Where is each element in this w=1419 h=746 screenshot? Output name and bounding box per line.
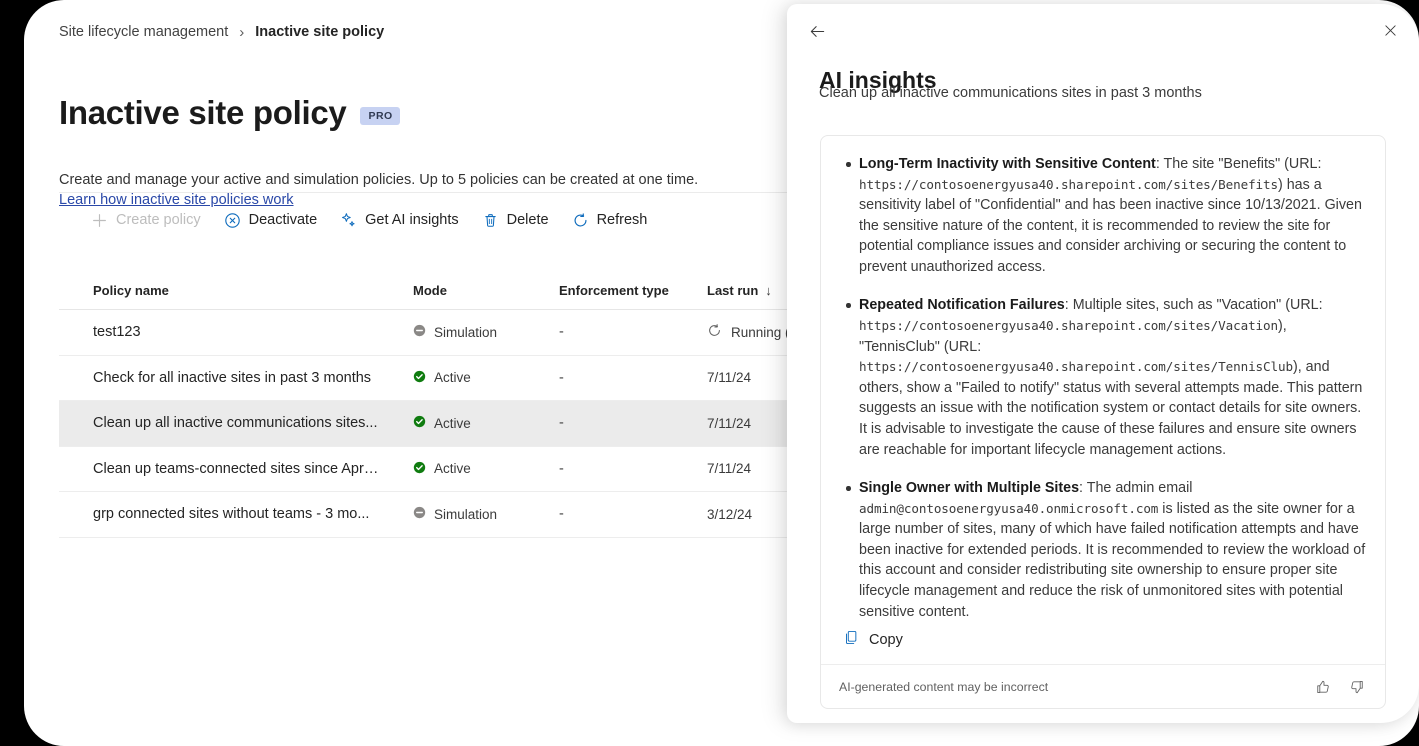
insight-heading: Repeated Notification Failures — [859, 297, 1065, 314]
deactivate-button[interactable]: Deactivate — [215, 208, 327, 233]
breadcrumb-current: Inactive site policy — [255, 24, 385, 40]
thumbs-down-button[interactable] — [1343, 673, 1371, 701]
page-title: Inactive site policy — [59, 94, 347, 132]
mode-label: Active — [434, 461, 471, 477]
cell-enforcement-type: - — [559, 415, 564, 432]
page-description: Create and manage your active and simula… — [59, 172, 699, 189]
thumbs-up-button[interactable] — [1309, 673, 1337, 701]
feedback-icons — [1309, 673, 1371, 701]
delete-label: Delete — [506, 212, 549, 228]
back-button[interactable] — [801, 18, 833, 50]
cell-mode: Active — [379, 461, 525, 477]
insight-body: is listed as the site owner for a large … — [859, 500, 1366, 620]
running-spinner-icon — [707, 323, 722, 341]
insight-body: : The admin email — [1079, 480, 1193, 497]
breadcrumb-parent[interactable]: Site lifecycle management — [59, 24, 228, 40]
delete-button[interactable]: Delete — [473, 208, 558, 233]
insights-card: Long-Term Inactivity with Sensitive Cont… — [820, 135, 1386, 709]
page-header: Inactive site policy PRO Create and mana… — [59, 72, 759, 209]
copy-button[interactable]: Copy — [839, 625, 911, 654]
insight-url: https://contosoenergyusa40.sharepoint.co… — [859, 318, 1278, 334]
close-panel-button[interactable] — [1374, 17, 1406, 49]
status-simulation-icon — [413, 324, 426, 340]
insight-heading: Single Owner with Multiple Sites — [859, 480, 1080, 497]
cell-enforcement-type: - — [559, 369, 564, 386]
insight-url: https://contosoenergyusa40.sharepoint.co… — [859, 176, 1278, 192]
sparkle-icon — [340, 212, 357, 229]
refresh-label: Refresh — [596, 212, 648, 228]
back-arrow-icon — [808, 22, 827, 46]
status-active-icon — [413, 370, 426, 386]
cell-policy-name: Clean up teams-connected sites since Apr… — [93, 460, 379, 477]
status-simulation-icon — [413, 506, 426, 522]
insight-item: Single Owner with Multiple Sites: The ad… — [846, 478, 1366, 622]
insight-body: : The site "Benefits" (URL: — [1155, 156, 1322, 172]
refresh-icon — [572, 212, 589, 229]
column-header-last-run-label: Last run — [707, 283, 759, 298]
cell-mode: Simulation — [379, 506, 525, 522]
get-ai-insights-label: Get AI insights — [365, 212, 459, 228]
column-header-policy-name[interactable]: Policy name — [59, 283, 379, 298]
last-run-label: 3/12/24 — [707, 506, 753, 522]
column-header-mode[interactable]: Mode — [379, 283, 525, 298]
last-run-label: 7/11/24 — [707, 461, 752, 477]
insight-url: admin@contosoenergyusa40.onmicrosoft.com — [859, 500, 1159, 516]
cell-policy-name: grp connected sites without teams - 3 mo… — [93, 506, 370, 523]
cell-mode: Simulation — [379, 324, 525, 340]
thumbs-down-icon — [1351, 680, 1363, 693]
insight-item: Long-Term Inactivity with Sensitive Cont… — [846, 154, 1366, 277]
refresh-button[interactable]: Refresh — [563, 208, 657, 233]
mode-label: Active — [434, 415, 471, 431]
insight-item: Repeated Notification Failures: Multiple… — [846, 295, 1366, 460]
cell-mode: Active — [379, 370, 525, 386]
sort-descending-icon: ↓ — [765, 283, 772, 298]
panel-subtitle: Clean up all inactive communications sit… — [819, 85, 1202, 101]
get-ai-insights-button[interactable]: Get AI insights — [331, 208, 468, 233]
cell-policy-name: test123 — [93, 324, 141, 341]
insight-heading: Long-Term Inactivity with Sensitive Cont… — [859, 156, 1156, 172]
plus-icon — [91, 212, 108, 229]
cell-enforcement-type: - — [559, 324, 564, 341]
status-active-icon — [413, 461, 426, 477]
last-run-label: 7/11/24 — [707, 370, 752, 386]
cell-policy-name: Check for all inactive sites in past 3 m… — [93, 369, 372, 386]
command-toolbar: Create policy Deactivate Get AI insights — [82, 205, 656, 235]
insight-body: : Multiple sites, such as "Vacation" (UR… — [1064, 297, 1323, 314]
status-active-icon — [413, 415, 426, 431]
deactivate-label: Deactivate — [248, 212, 318, 228]
insight-url: https://contosoenergyusa40.sharepoint.co… — [859, 359, 1293, 375]
breadcrumb: Site lifecycle management › Inactive sit… — [59, 24, 384, 40]
copy-label: Copy — [869, 631, 903, 648]
disclaimer-row: AI-generated content may be incorrect — [821, 664, 1385, 708]
copy-icon — [843, 629, 860, 650]
ai-disclaimer-text: AI-generated content may be incorrect — [839, 679, 1049, 694]
ai-insights-panel: AI insights Clean up all inactive commun… — [787, 4, 1419, 723]
cell-enforcement-type: - — [559, 460, 564, 477]
mode-label: Active — [434, 370, 471, 386]
thumbs-up-icon — [1317, 680, 1329, 693]
close-icon — [1382, 22, 1399, 44]
cell-policy-name: Clean up all inactive communications sit… — [93, 415, 378, 432]
deactivate-circle-x-icon — [224, 212, 241, 229]
trash-icon — [482, 212, 499, 229]
insights-list: Long-Term Inactivity with Sensitive Cont… — [839, 154, 1366, 622]
cell-enforcement-type: - — [559, 506, 564, 523]
last-run-label: 7/11/24 — [707, 415, 752, 431]
cell-mode: Active — [379, 415, 525, 431]
create-policy-label: Create policy — [116, 212, 201, 228]
create-policy-button[interactable]: Create policy — [82, 208, 210, 233]
mode-label: Simulation — [434, 324, 498, 340]
mode-label: Simulation — [434, 506, 498, 522]
page-title-row: Inactive site policy PRO — [59, 72, 759, 154]
breadcrumb-separator-icon: › — [239, 23, 245, 41]
column-header-enforcement-type[interactable]: Enforcement type — [525, 283, 673, 298]
pro-badge: PRO — [360, 107, 400, 126]
